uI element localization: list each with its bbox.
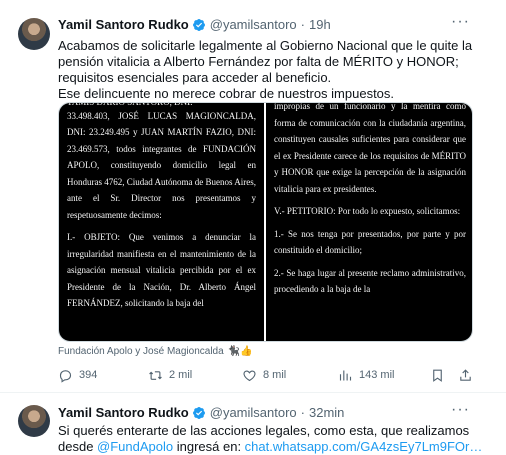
verified-badge-icon (192, 18, 205, 31)
tweet-text-line: Si querés enterarte de las acciones lega… (58, 423, 470, 438)
timestamp[interactable]: 32min (309, 405, 344, 420)
document-image-left[interactable]: TAMIS DARIO SANTORO, DNI: 33.498.403, JO… (59, 103, 264, 341)
more-options-icon[interactable]: ··· (451, 401, 470, 419)
avatar[interactable] (18, 405, 50, 437)
bookmark-icon (433, 369, 442, 382)
author-name[interactable]: Yamil Santoro Rudko (58, 405, 189, 420)
repost-count: 2 mil (169, 369, 193, 381)
tweet-text-fragment: ingresá en: (173, 439, 245, 454)
document-text: 33.498.403, JOSÉ LUCAS MAGIONCALDA, DNI:… (67, 110, 256, 220)
document-text: I.- OBJETO: Que venimos a denunciar la i… (67, 232, 256, 308)
tweet-text-line: pensión vitalicia a Alberto Fernández po… (58, 54, 459, 69)
separator-dot: · (300, 17, 305, 32)
tweet-header: Yamil Santoro Rudko @yamilsantoro · 19h (58, 17, 331, 32)
tweet-text: Acabamos de solicitarle legalmente al Go… (58, 38, 488, 102)
share-icon (460, 368, 471, 381)
tweet-header: Yamil Santoro Rudko @yamilsantoro · 32mi… (58, 405, 344, 420)
separator-dot: · (300, 405, 305, 420)
view-count: 143 mil (359, 369, 395, 381)
document-text: TAMIS DARIO SANTORO, DNI: (67, 102, 193, 107)
tweet-text-line: Acabamos de solicitarle legalmente al Go… (58, 38, 473, 53)
verified-badge-icon (192, 406, 205, 419)
tweet-text-fragment: desde (58, 439, 98, 454)
media-tags-text: Fundación Apolo y José Magioncalda (58, 346, 224, 357)
repost-button[interactable]: 2 mil (148, 368, 192, 383)
document-image-right[interactable]: impropias de un funcionario y la mentira… (266, 102, 472, 341)
reply-button[interactable]: 394 (58, 368, 97, 383)
analytics-icon (339, 370, 352, 380)
more-options-icon[interactable]: ··· (451, 13, 470, 31)
bookmark-button[interactable] (430, 368, 451, 383)
like-button[interactable]: 8 mil (242, 368, 286, 383)
avatar[interactable] (18, 18, 50, 50)
timestamp[interactable]: 19h (309, 17, 331, 32)
reply-icon (59, 369, 72, 383)
like-count: 8 mil (263, 369, 287, 381)
tweet-text-line: requisitos esenciales para acceder al be… (58, 70, 332, 85)
document-text: V.- PETITORIO: Por todo lo expuesto, sol… (274, 206, 461, 216)
share-button[interactable] (458, 368, 479, 383)
document-text: 2.- Se haga lugar al presente reclamo ad… (274, 267, 466, 295)
action-bar: 394 2 mil 8 mil 143 mil (58, 365, 478, 385)
heart-icon (243, 369, 256, 381)
repost-icon (149, 370, 162, 380)
document-text: 1.- Se nos tenga por presentados, por pa… (274, 228, 466, 256)
media-tags[interactable]: Fundación Apolo y José Magioncalda 🐈‍⬛👍 (58, 346, 253, 357)
tweet-text: Si querés enterarte de las acciones lega… (58, 423, 488, 455)
mention-link[interactable]: @FundApolo (97, 439, 173, 454)
document-text: impropias de un funcionario y la mentira… (274, 102, 466, 194)
caption-emoji: 🐈‍⬛👍 (227, 346, 253, 357)
author-handle[interactable]: @yamilsantoro (210, 405, 297, 420)
tweet-media[interactable]: TAMIS DARIO SANTORO, DNI: 33.498.403, JO… (58, 102, 473, 342)
reply-count: 394 (79, 369, 98, 381)
tweet-text-line: Ese delincuente no merece cobrar de nues… (58, 86, 395, 101)
author-handle[interactable]: @yamilsantoro (210, 17, 297, 32)
views-button[interactable]: 143 mil (338, 368, 394, 383)
author-name[interactable]: Yamil Santoro Rudko (58, 17, 189, 32)
url-link[interactable]: chat.whatsapp.com/GA4zsEy7Lm9FOr… (245, 439, 483, 454)
tweet[interactable]: Yamil Santoro Rudko @yamilsantoro · 32mi… (0, 393, 506, 455)
tweet[interactable]: Yamil Santoro Rudko @yamilsantoro · 19h … (0, 0, 506, 392)
